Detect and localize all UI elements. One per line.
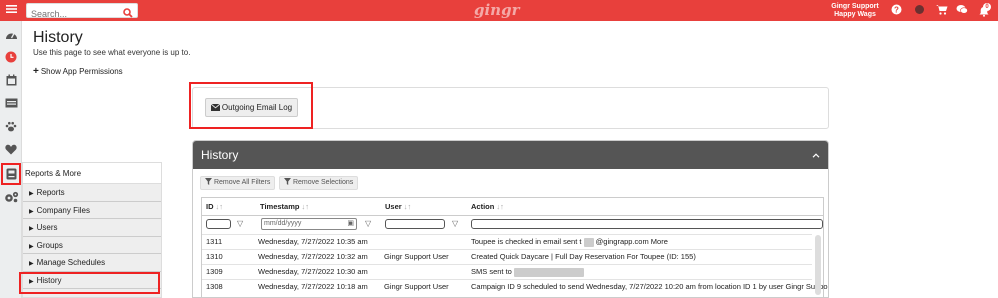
notifications-button[interactable]: 0: [975, 0, 993, 21]
cart-icon[interactable]: [935, 4, 948, 17]
cell-id: 1308: [206, 282, 223, 291]
gears-icon[interactable]: [3, 189, 19, 205]
svg-text:?: ?: [894, 5, 899, 14]
globe-icon[interactable]: [913, 4, 926, 17]
org-location: Happy Wags: [834, 11, 876, 18]
redacted-text: [583, 237, 594, 247]
filter-icon[interactable]: ▽: [237, 219, 243, 228]
sort-icon[interactable]: ↓↑: [404, 202, 412, 211]
caret-right-icon: ▶: [29, 208, 34, 215]
dashboard-icon[interactable]: [3, 26, 19, 42]
user-filter-input[interactable]: [385, 219, 445, 229]
chat-icon[interactable]: [955, 4, 968, 17]
history-panel-header[interactable]: History: [193, 141, 828, 169]
reports-panel-header: Reports & More: [23, 163, 161, 184]
remove-all-filters-label: Remove All Filters: [213, 179, 271, 186]
cell-user: Gingr Support User: [384, 252, 449, 261]
cell-timestamp: Wednesday, 7/27/2022 10:18 am: [258, 282, 368, 291]
nav-label: Company Files: [36, 205, 90, 215]
cell-id: 1310: [206, 252, 223, 261]
cell-timestamp: Wednesday, 7/27/2022 10:32 am: [258, 252, 368, 261]
caret-right-icon: ▶: [29, 191, 34, 197]
help-icon[interactable]: ?: [890, 4, 903, 17]
col-header-timestamp[interactable]: Timestamp ↓↑: [260, 202, 309, 211]
heart-icon[interactable]: [3, 141, 19, 157]
remove-selections-button[interactable]: Remove Selections: [279, 176, 359, 190]
id-filter-input[interactable]: [206, 219, 231, 229]
nav-company-files[interactable]: ▶ Company Files: [23, 202, 161, 219]
page-subtitle: Use this page to see what everyone is up…: [33, 48, 191, 57]
show-permissions-label: Show App Permissions: [40, 67, 123, 76]
history-table: ID ↓↑ Timestamp ↓↑ User ↓↑ Action ↓↑ ▽ mm/dd…: [201, 197, 828, 297]
menu-icon[interactable]: [4, 3, 19, 18]
table-row[interactable]: 1311 Wednesday, 7/27/2022 10:35 am Toupe…: [202, 234, 812, 249]
nav-users[interactable]: ▶ Users: [23, 219, 161, 237]
search-input[interactable]: [27, 7, 119, 21]
cell-action: Toupee is checked in email sent t @gingr…: [471, 237, 668, 247]
caret-right-icon: ▶: [29, 243, 34, 250]
top-bar: gingr Gingr Support Happy Wags ? 0: [0, 0, 998, 21]
page-title: History: [33, 29, 83, 46]
clock-icon[interactable]: [3, 49, 19, 65]
filter-icon: [205, 178, 212, 185]
date-placeholder: mm/dd/yyyy: [264, 220, 302, 227]
show-permissions-link[interactable]: + Show App Permissions: [33, 66, 123, 77]
org-info[interactable]: Gingr Support Happy Wags: [830, 3, 880, 19]
nav-manage-schedules[interactable]: ▶ Manage Schedules: [23, 254, 161, 272]
highlight-reports-nav: [1, 163, 21, 185]
cell-action: Campaign ID 9 scheduled to send Wednesda…: [471, 282, 829, 291]
nav-label: Groups: [36, 240, 63, 250]
calendar-picker-icon[interactable]: ▣: [347, 219, 354, 229]
sidebar: [0, 21, 22, 298]
redacted-text: [513, 267, 584, 277]
sort-icon[interactable]: ↓↑: [216, 202, 224, 211]
table-scrollbar[interactable]: [815, 235, 821, 295]
col-header-id[interactable]: ID ↓↑: [206, 202, 223, 211]
sort-icon[interactable]: ↓↑: [301, 202, 309, 211]
highlight-history-nav: [19, 272, 160, 294]
nav-reports[interactable]: ▶ Reports: [23, 184, 161, 202]
cell-id: 1311: [206, 237, 223, 246]
history-panel-title: History: [201, 148, 239, 162]
filter-icon: [284, 178, 291, 185]
filter-icon[interactable]: ▽: [365, 219, 371, 228]
org-user: Gingr Support: [831, 3, 879, 10]
search-icon[interactable]: [123, 5, 133, 23]
action-filter-input[interactable]: [471, 219, 823, 229]
cell-id: 1309: [206, 267, 223, 276]
chevron-up-icon[interactable]: [812, 141, 820, 169]
highlight-email-log: [189, 82, 313, 129]
cell-action: Created Quick Daycare | Full Day Reserva…: [471, 252, 696, 261]
cell-action: SMS sent to: [471, 265, 584, 279]
remove-selections-label: Remove Selections: [292, 179, 354, 186]
header-divider: [202, 215, 823, 216]
remove-all-filters-button[interactable]: Remove All Filters: [200, 176, 276, 190]
caret-right-icon: ▶: [29, 261, 34, 267]
id-card-icon[interactable]: [3, 95, 19, 111]
history-panel: History Remove All Filters Remove Select…: [192, 140, 829, 298]
timestamp-filter-input[interactable]: mm/dd/yyyy ▣: [261, 218, 357, 230]
table-row[interactable]: 1308 Wednesday, 7/27/2022 10:18 am Gingr…: [202, 279, 828, 294]
col-header-user[interactable]: User ↓↑: [385, 202, 411, 211]
col-header-action[interactable]: Action ↓↑: [471, 202, 504, 211]
nav-groups[interactable]: ▶ Groups: [23, 237, 161, 254]
sort-icon[interactable]: ↓↑: [496, 202, 504, 211]
notification-badge: 0: [983, 3, 991, 11]
table-row[interactable]: 1310 Wednesday, 7/27/2022 10:32 am Gingr…: [202, 249, 812, 264]
search-box: [26, 3, 138, 21]
plus-icon: +: [33, 66, 39, 77]
nav-label: Reports: [36, 188, 65, 197]
cell-timestamp: Wednesday, 7/27/2022 10:30 am: [258, 267, 368, 276]
cell-user: Gingr Support User: [384, 282, 449, 291]
calendar-icon[interactable]: [3, 72, 19, 88]
nav-label: Manage Schedules: [36, 258, 106, 267]
cell-timestamp: Wednesday, 7/27/2022 10:35 am: [258, 237, 368, 246]
nav-label: Users: [36, 223, 58, 232]
caret-right-icon: ▶: [29, 226, 34, 232]
paw-icon[interactable]: [3, 118, 19, 134]
table-row[interactable]: 1309 Wednesday, 7/27/2022 10:30 am SMS s…: [202, 264, 812, 279]
filter-icon[interactable]: ▽: [452, 219, 458, 228]
gingr-logo[interactable]: gingr: [474, 1, 519, 19]
